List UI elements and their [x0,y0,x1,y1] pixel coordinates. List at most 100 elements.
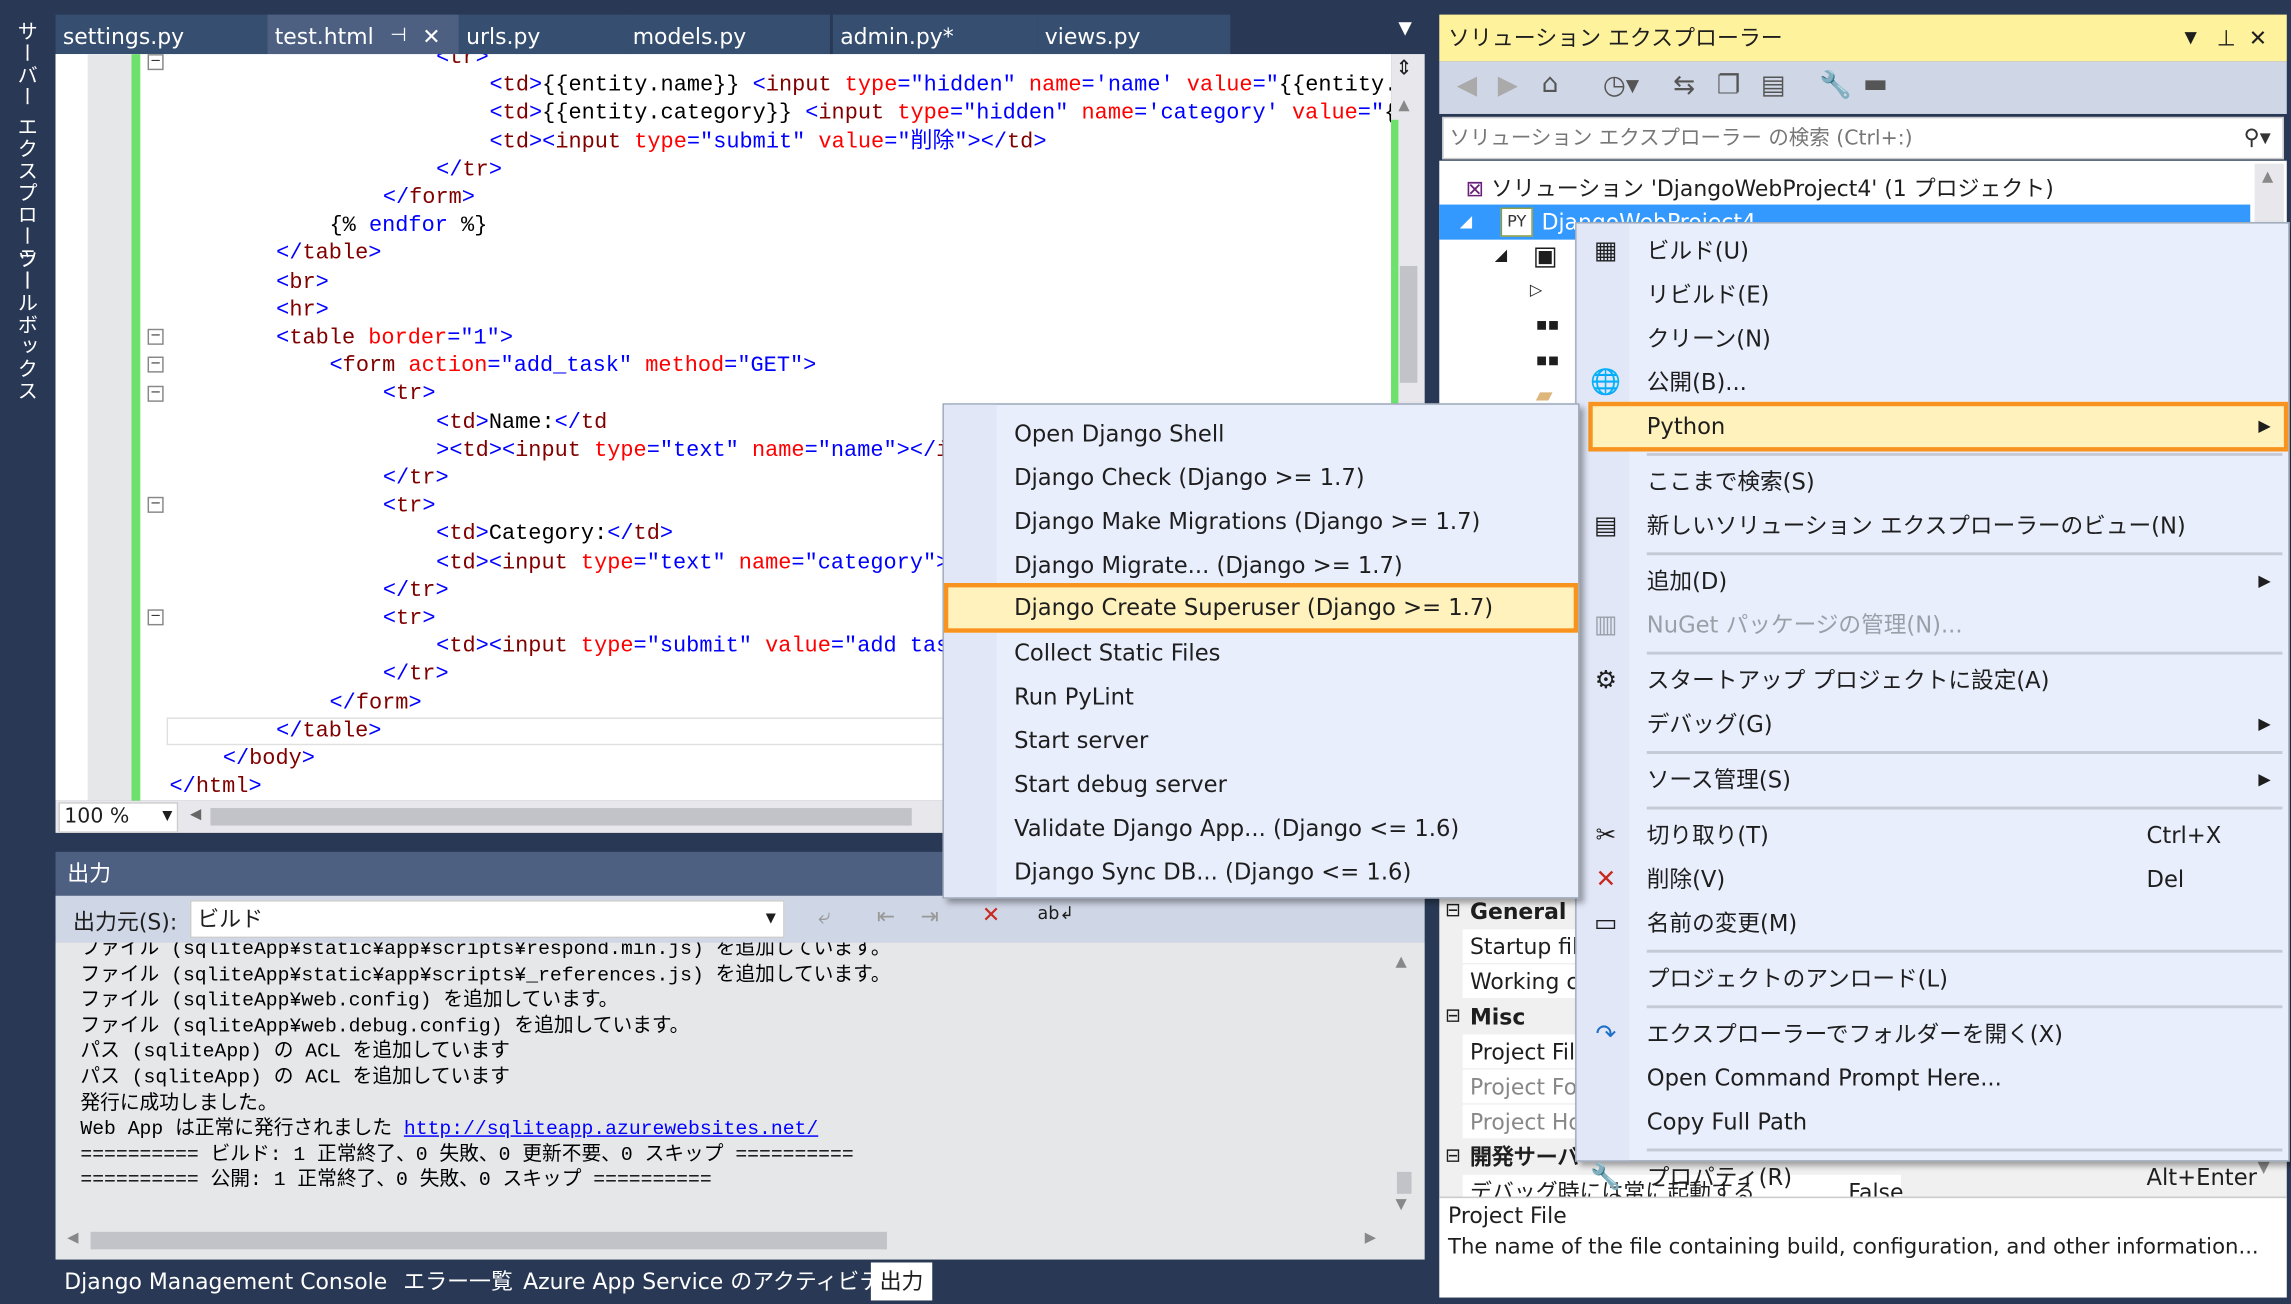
pin-icon[interactable]: ⊥ [2217,15,2236,62]
code-line[interactable]: <td>{{entity.name}} <input type="hidden"… [490,72,1392,100]
menu-item[interactable]: プロジェクトのアンロード(L) [1577,957,2289,1001]
tab-overflow-dropdown-icon[interactable]: ▼ [1398,18,1411,38]
code-line[interactable]: </tr> [383,577,449,605]
output-hscroll-thumb[interactable] [90,1231,887,1250]
code-line[interactable]: {% endfor %} [330,212,488,240]
code-line[interactable]: <form action="add_task" method="GET"> [330,352,817,380]
scroll-thumb[interactable] [1399,265,1418,383]
close-icon[interactable]: ✕ [2249,15,2267,62]
word-wrap-icon[interactable]: ab↲ [1037,903,1074,923]
output-text-area[interactable]: ファイル (sqliteApp¥static¥app¥scripts¥respo… [55,942,1425,1260]
scroll-left-icon[interactable]: ◀ [190,807,201,823]
code-line[interactable]: </table> [276,717,381,745]
output-scroll-thumb[interactable] [1396,1171,1412,1194]
close-icon[interactable]: ✕ [422,15,440,59]
tab-settings-py[interactable]: settings.py [55,14,268,55]
fold-toggle-icon[interactable]: − [147,328,164,345]
fold-toggle-icon[interactable]: − [147,609,164,626]
python-menu-item[interactable]: Validate Django App... (Django <= 1.6) [944,807,1578,851]
previous-message-icon[interactable]: ⇤ [877,903,895,929]
code-line[interactable]: <br> [276,268,329,296]
scroll-right-icon[interactable]: ▶ [1365,1230,1376,1246]
menu-item[interactable]: クリーン(N) [1577,317,2289,361]
fold-toggle-icon[interactable]: − [147,356,164,373]
tab-azure-app-service-activity[interactable]: Azure App Service のアクティビティ [514,1262,910,1300]
collapse-box-icon[interactable]: ⊟ [1445,1140,1461,1175]
home-icon[interactable]: ⌂ [1542,69,1559,100]
tab-urls-py[interactable]: urls.py [458,14,627,55]
python-menu-item[interactable]: Run PyLint [944,675,1578,719]
code-line[interactable]: <table border="1"> [276,324,513,352]
code-line[interactable]: <td>Category:</td> [436,521,673,549]
code-line[interactable]: </tr> [436,156,502,184]
zoom-dropdown[interactable]: 100 % ▼ [58,802,179,833]
menu-item[interactable]: ▤ 新しいソリューション エクスプローラーのビュー(N) [1577,504,2289,548]
scroll-down-icon[interactable]: ▼ [1395,1197,1406,1213]
code-line[interactable]: ><td><input type="text" name="name"></in [436,437,962,465]
back-icon[interactable]: ◀ [1457,70,1477,101]
output-source-dropdown[interactable]: ビルド ▼ [189,900,785,939]
menu-item[interactable]: ✕ 削除(V) Del [1577,858,2289,902]
code-line[interactable]: </form> [383,184,475,212]
code-line[interactable]: <tr> [383,605,436,633]
scroll-up-icon[interactable]: ▲ [1395,954,1406,970]
code-line[interactable]: </html> [169,773,261,800]
fold-toggle-icon[interactable]: − [147,496,164,513]
code-line[interactable]: </tr> [383,465,449,493]
go-to-location-icon[interactable]: ⤶ [818,903,830,929]
expand-arrow-icon[interactable]: ◢ [1495,245,1507,264]
menu-item[interactable]: Python ▶ [1588,401,2289,452]
code-line[interactable]: <tr> [383,380,436,408]
python-menu-item[interactable]: Start debug server [944,763,1578,807]
tab-django-management-console[interactable]: Django Management Console [56,1262,396,1300]
tab-error-list[interactable]: エラー一覧 [395,1262,522,1300]
code-line[interactable]: <td><input type="text" name="category">< [436,549,962,577]
collapse-all-icon[interactable]: ❐ [1717,70,1741,101]
code-line[interactable]: </tr> [383,661,449,689]
python-menu-item[interactable]: Start server [944,719,1578,763]
tab-test-html[interactable]: test.html ⊣ ✕ [267,14,459,55]
menu-item[interactable]: 🔧 プロパティ(R) Alt+Enter [1577,1156,2289,1200]
tree-item-solution[interactable]: ⊠ ソリューション 'DjangoWebProject4' (1 プロジェクト) [1466,172,2054,204]
code-line[interactable]: <td>{{entity.category}} <input type="hid… [490,100,1392,128]
forward-icon[interactable]: ▶ [1498,70,1518,101]
fold-toggle-icon[interactable]: − [147,54,164,71]
menu-item[interactable]: リビルド(E) [1577,273,2289,317]
tab-output[interactable]: 出力 [870,1262,933,1301]
code-line[interactable]: </table> [276,240,381,268]
python-menu-item[interactable]: Django Create Superuser (Django >= 1.7) [943,583,1579,633]
collapse-box-icon[interactable]: ⊟ [1445,999,1461,1034]
menu-item[interactable]: ▥ NuGet パッケージの管理(N)... [1577,603,2289,647]
menu-item[interactable]: ソース管理(S) ▶ [1577,758,2289,802]
search-icon[interactable]: ⚲▾ [2244,118,2271,157]
python-menu-item[interactable]: Open Django Shell [944,412,1578,456]
code-line[interactable]: </body> [223,745,315,773]
tab-models-py[interactable]: models.py [625,14,830,55]
scroll-up-icon[interactable]: ▲ [1398,98,1409,114]
code-line[interactable]: <td>Name:</td [436,409,607,437]
horizontal-scroll-thumb[interactable] [210,808,912,826]
menu-item[interactable]: 追加(D) ▶ [1577,560,2289,604]
show-all-files-icon[interactable]: ▤ [1761,70,1786,101]
fold-toggle-icon[interactable]: − [147,385,164,402]
code-line[interactable]: </form> [330,689,422,717]
menu-item[interactable]: ✂ 切り取り(T) Ctrl+X [1577,814,2289,858]
preview-icon[interactable]: ▬ [1863,69,1888,100]
published-url-link[interactable]: http://sqliteapp.azurewebsites.net/ [404,1120,818,1142]
python-menu-item[interactable]: Django Check (Django >= 1.7) [944,456,1578,500]
code-line[interactable]: <tr> [436,54,489,72]
toolbox-tab[interactable]: ツールボックス [12,248,41,401]
code-line[interactable]: <td><input type="submit" value="add task [436,633,962,661]
pending-changes-filter-icon[interactable]: ◷▾ [1603,70,1639,101]
menu-item[interactable]: ここまで検索(S) [1577,460,2289,504]
menu-item[interactable]: ▦ ビルド(U) [1577,229,2289,273]
python-menu-item[interactable]: Django Make Migrations (Django >= 1.7) [944,500,1578,544]
code-line[interactable]: <tr> [383,493,436,521]
menu-item[interactable]: ↷ エクスプローラーでフォルダーを開く(X) [1577,1013,2289,1057]
tab-views-py[interactable]: views.py [1037,14,1231,55]
scroll-up-icon[interactable]: ▲ [2262,169,2273,185]
solution-explorer-search[interactable]: ソリューション エクスプローラー の検索 (Ctrl+:) ⚲▾ [1442,116,2284,160]
tab-admin-py[interactable]: admin.py* [832,14,1038,55]
menu-item[interactable]: Copy Full Path [1577,1100,2289,1144]
collapse-arrow-icon[interactable]: ▷ [1530,281,1542,300]
